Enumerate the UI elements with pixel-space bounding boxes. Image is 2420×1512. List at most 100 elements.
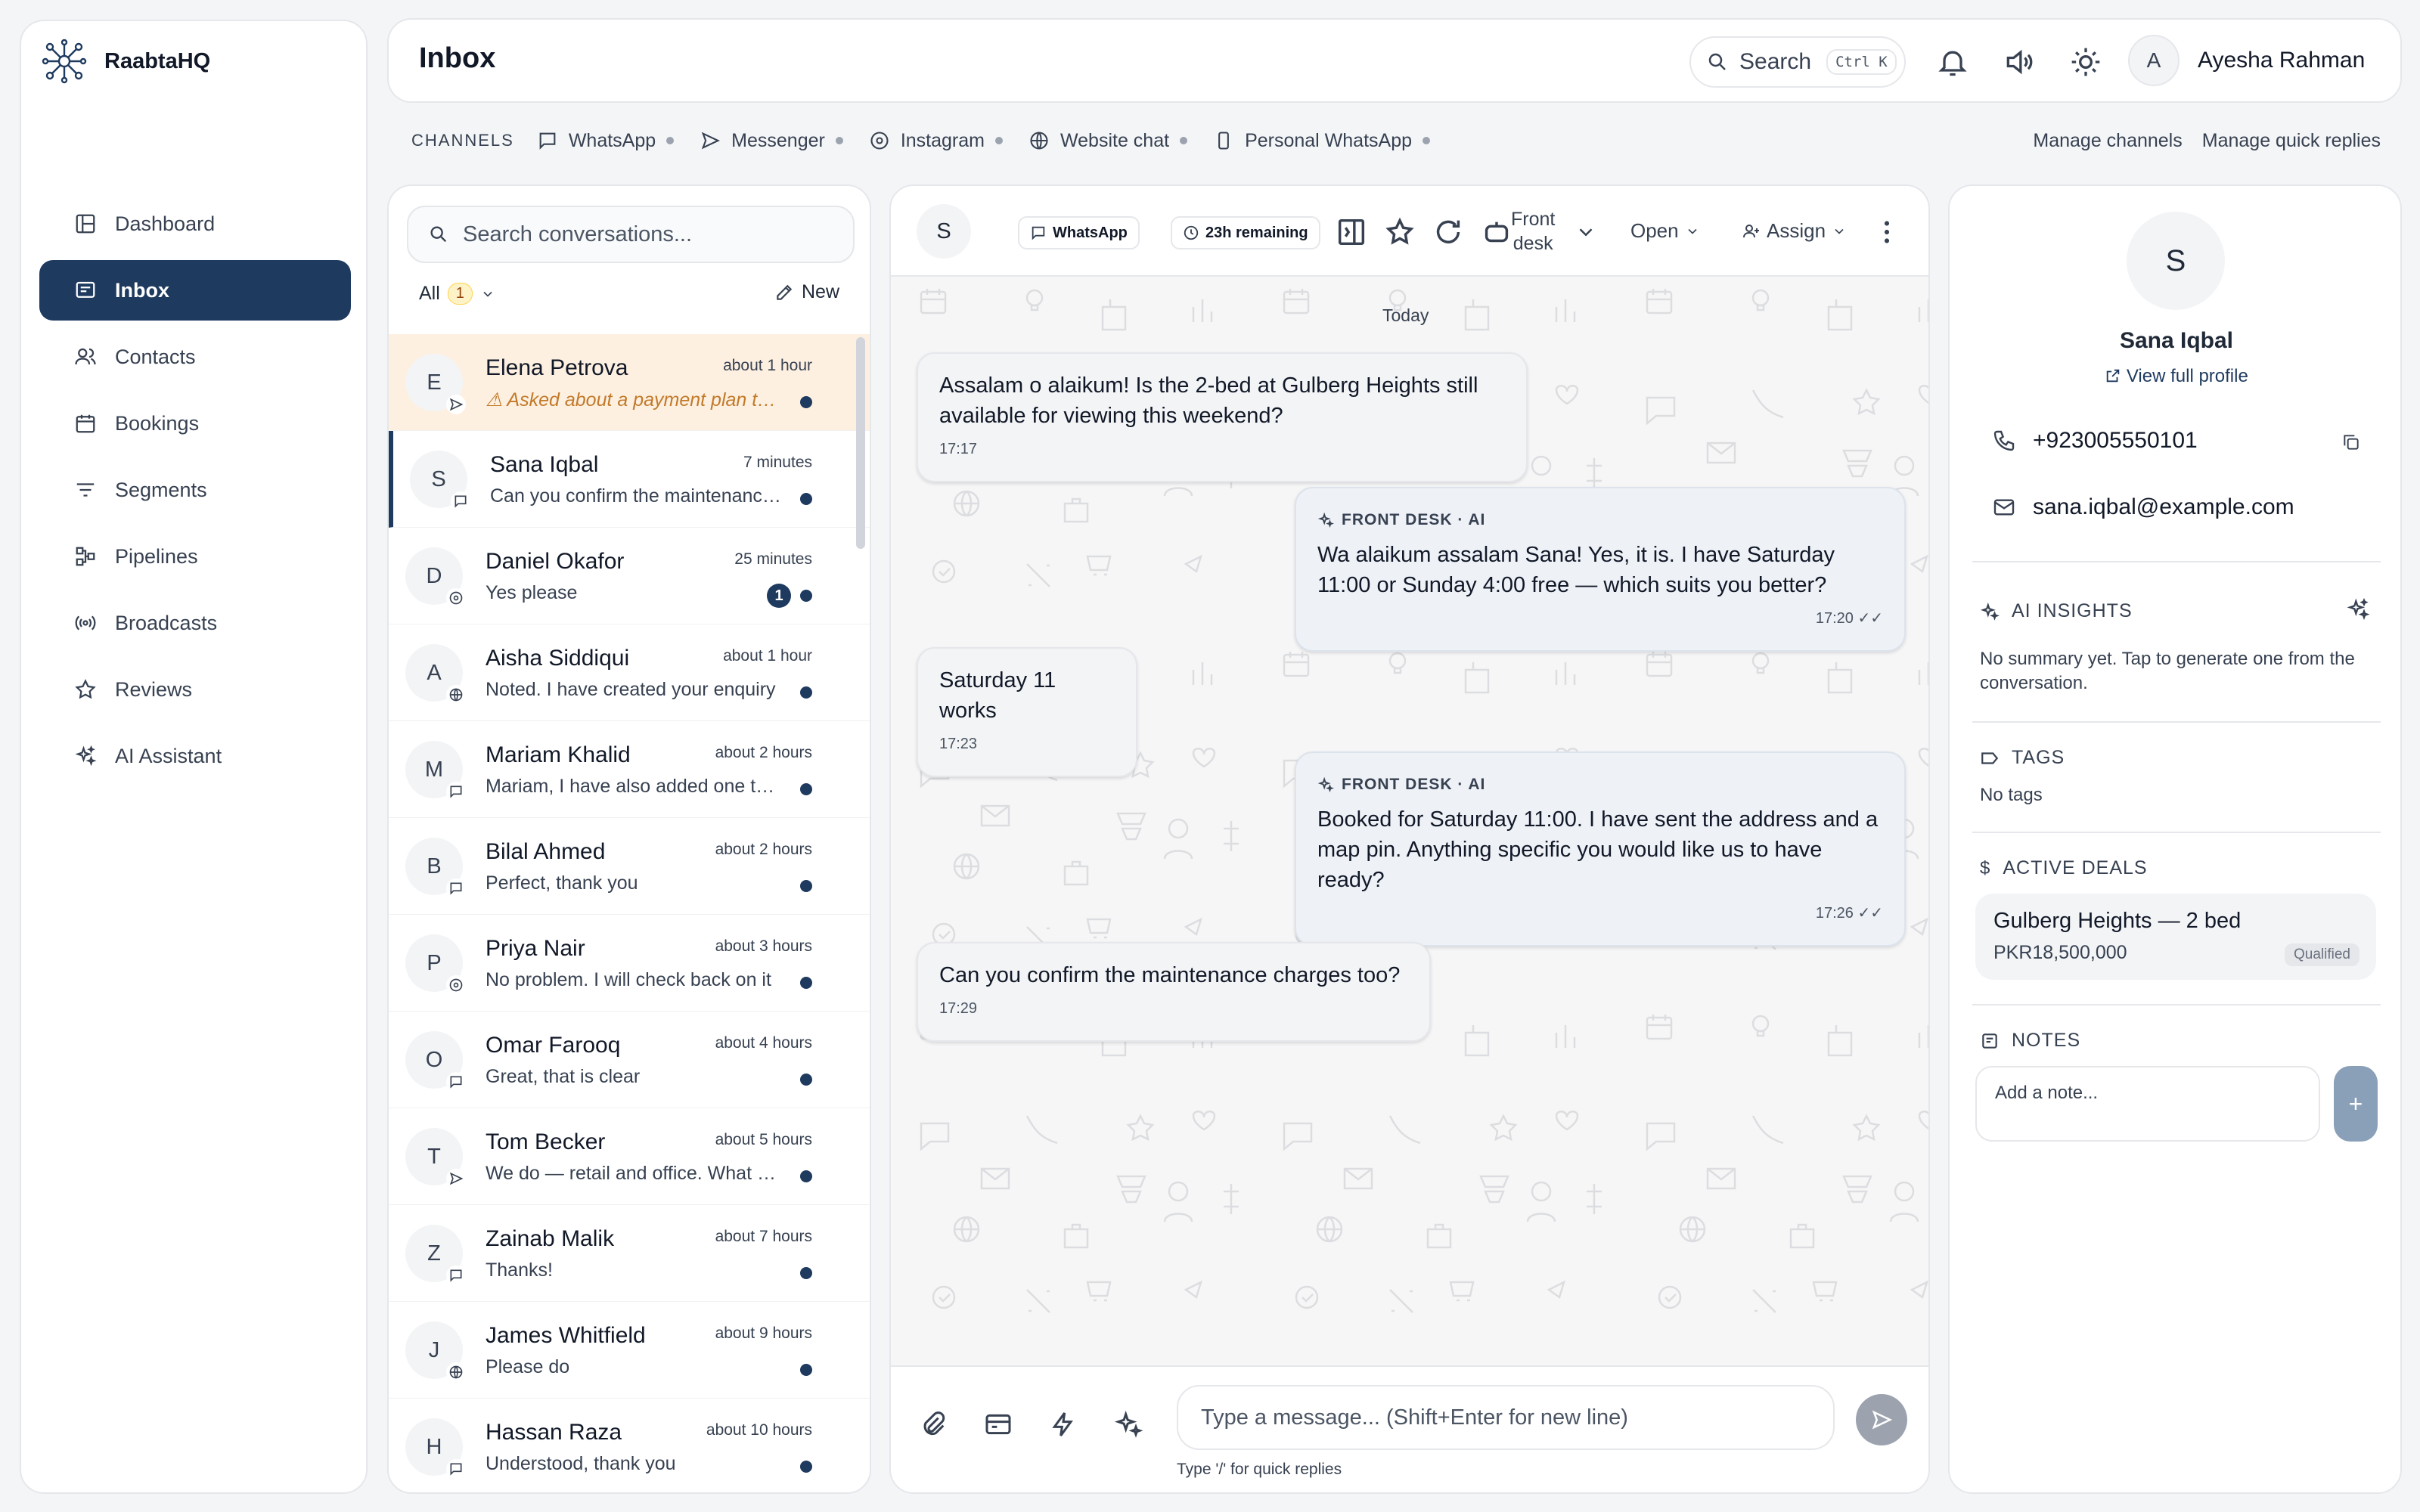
conversation-item[interactable]: H Hassan Raza about 10 hours Understood,…	[389, 1399, 870, 1492]
chevron-down-icon	[483, 291, 492, 297]
messenger-channel-icon	[449, 1172, 464, 1185]
channel-whatsapp[interactable]: WhatsApp	[537, 129, 675, 152]
bell-icon[interactable]	[1936, 45, 1969, 79]
conversation-item[interactable]: P Priya Nair about 3 hours No problem. I…	[389, 915, 870, 1012]
speaker-icon[interactable]	[2003, 45, 2036, 79]
section-title: NOTES	[2012, 1030, 2081, 1051]
message-sender: FRONT DESK · AI	[1317, 505, 1883, 535]
manage-channels-link[interactable]: Manage channels	[2033, 130, 2182, 152]
message-bubble-incoming[interactable]: Saturday 11 works 17:23	[917, 647, 1137, 777]
conversation-name: Priya Nair	[486, 936, 585, 961]
message-bubble-incoming[interactable]: Assalam o alaikum! Is the 2-bed at Gulbe…	[917, 352, 1528, 482]
app-name: RaabtaHQ	[104, 48, 211, 73]
paperclip-icon[interactable]	[918, 1409, 948, 1439]
ai-insights-text[interactable]: No summary yet. Tap to generate one from…	[1980, 647, 2373, 696]
send-button[interactable]	[1856, 1394, 1907, 1445]
manage-quick-replies-link[interactable]: Manage quick replies	[2202, 130, 2381, 152]
conversation-item[interactable]: O Omar Farooq about 4 hours Great, that …	[389, 1012, 870, 1108]
more-vertical-icon[interactable]	[1869, 215, 1904, 249]
message-bubble-outgoing[interactable]: FRONT DESK · AI Booked for Saturday 11:0…	[1295, 751, 1906, 947]
globe-icon	[1030, 132, 1048, 150]
refresh-icon[interactable]	[1431, 215, 1466, 249]
conversation-item[interactable]: M Mariam Khalid about 2 hours Mariam, I …	[389, 721, 870, 818]
sidebar-item-pipelines[interactable]: Pipelines	[39, 526, 351, 587]
send-icon	[701, 132, 721, 150]
conversation-search-input[interactable]: Search conversations...	[407, 206, 855, 263]
chevron-down-icon[interactable]	[1575, 215, 1597, 249]
panel-toggle-icon[interactable]	[1334, 215, 1369, 249]
edit-icon	[777, 284, 793, 300]
sidebar-item-inbox[interactable]: Inbox	[39, 260, 351, 321]
channel-instagram[interactable]: Instagram	[869, 130, 1003, 152]
sparkle-icon[interactable]	[1113, 1409, 1143, 1439]
message-bubble-outgoing[interactable]: FRONT DESK · AI Wa alaikum assalam Sana!…	[1295, 487, 1906, 652]
channel-pill: WhatsApp	[1018, 216, 1140, 249]
section-title: TAGS	[2012, 747, 2065, 768]
app-logo[interactable]: RaabtaHQ	[41, 38, 210, 85]
sidebar-item-segments[interactable]: Segments	[39, 460, 351, 520]
template-icon[interactable]	[983, 1409, 1013, 1439]
sidebar-item-reviews[interactable]: Reviews	[39, 659, 351, 720]
channel-website-chat[interactable]: Website chat	[1028, 130, 1188, 152]
sidebar-item-bookings[interactable]: Bookings	[39, 393, 351, 454]
filter-icon	[76, 483, 95, 497]
search-icon	[1708, 53, 1726, 70]
tags-heading: TAGS	[1980, 747, 2065, 769]
lightning-icon[interactable]	[1048, 1409, 1078, 1439]
channel-messenger[interactable]: Messenger	[700, 130, 843, 152]
channel-label: WhatsApp	[568, 129, 656, 151]
conversation-item[interactable]: D Daniel Okafor 25 minutes Yes please 1	[389, 528, 870, 624]
channel-personal-whatsapp[interactable]: Personal WhatsApp	[1213, 130, 1431, 152]
broadcast-icon	[75, 615, 96, 631]
message-input[interactable]: Type a message... (Shift+Enter for new l…	[1177, 1385, 1835, 1450]
generate-summary-icon[interactable]	[2346, 597, 2370, 621]
external-link-icon	[2106, 369, 2120, 383]
sidebar-item-dashboard[interactable]: Dashboard	[39, 194, 351, 254]
conversation-item[interactable]: E Elena Petrova about 1 hour ⚠ Asked abo…	[389, 334, 870, 431]
chat-bubble-icon	[1032, 226, 1045, 240]
tag-icon	[1981, 751, 1999, 764]
message-time: 17:23	[939, 736, 978, 752]
global-search-button[interactable]: Search Ctrl K	[1689, 36, 1906, 88]
conversation-item[interactable]: J James Whitfield about 9 hours Please d…	[389, 1302, 870, 1399]
add-note-button[interactable]: +	[2334, 1066, 2378, 1142]
team-dropdown[interactable]: Front desk	[1511, 207, 1555, 256]
composer-hint: Type '/' for quick replies	[1177, 1461, 1342, 1478]
assign-dropdown[interactable]: Assign	[1742, 219, 1847, 243]
user-menu[interactable]: A Ayesha Rahman	[2128, 35, 2365, 86]
message-bubble-incoming[interactable]: Can you confirm the maintenance charges …	[917, 942, 1431, 1042]
sparkle-icon	[1980, 602, 2000, 621]
sun-icon[interactable]	[2069, 45, 2102, 79]
sidebar-item-label: AI Assistant	[115, 744, 222, 767]
conversation-name: Elena Petrova	[486, 355, 628, 380]
copy-icon[interactable]	[2341, 432, 2361, 452]
star-icon[interactable]	[1382, 215, 1417, 249]
unread-dot	[800, 1364, 812, 1376]
conversation-time: about 1 hour	[723, 357, 812, 374]
unread-dot	[800, 396, 812, 408]
conversation-filter-dropdown[interactable]: All 1	[419, 283, 495, 305]
conversation-preview: Understood, thank you	[486, 1453, 676, 1474]
messenger-channel-icon	[449, 398, 464, 411]
sidebar-item-contacts[interactable]: Contacts	[39, 327, 351, 387]
message-thread[interactable]: Today Assalam o alaikum! Is the 2-bed at…	[891, 277, 1928, 1365]
scrollbar[interactable]	[856, 337, 865, 549]
conversation-item[interactable]: S Sana Iqbal 7 minutes Can you confirm t…	[389, 431, 870, 528]
sidebar-item-ai-assistant[interactable]: AI Assistant	[39, 726, 351, 786]
conversation-item[interactable]: T Tom Becker about 5 hours We do — retai…	[389, 1108, 870, 1205]
filter-label: All	[419, 283, 440, 304]
team-label-line1: Front	[1511, 209, 1556, 230]
message-text: Booked for Saturday 11:00. I have sent t…	[1317, 807, 1879, 892]
new-conversation-button[interactable]: New	[774, 281, 839, 303]
view-full-profile-link[interactable]: View full profile	[1950, 366, 2400, 387]
avatar[interactable]: S	[917, 204, 971, 259]
conversation-item[interactable]: A Aisha Siddiqui about 1 hour Noted. I h…	[389, 624, 870, 721]
status-dropdown[interactable]: Open	[1630, 219, 1700, 243]
deal-card[interactable]: Gulberg Heights — 2 bed PKR18,500,000 Qu…	[1975, 894, 2376, 980]
note-input[interactable]: Add a note...	[1975, 1066, 2320, 1142]
conversation-item[interactable]: Z Zainab Malik about 7 hours Thanks!	[389, 1205, 870, 1302]
sidebar-item-broadcasts[interactable]: Broadcasts	[39, 593, 351, 653]
channel-badge	[446, 588, 466, 608]
conversation-item[interactable]: B Bilal Ahmed about 2 hours Perfect, tha…	[389, 818, 870, 915]
web-channel-icon	[449, 688, 463, 702]
